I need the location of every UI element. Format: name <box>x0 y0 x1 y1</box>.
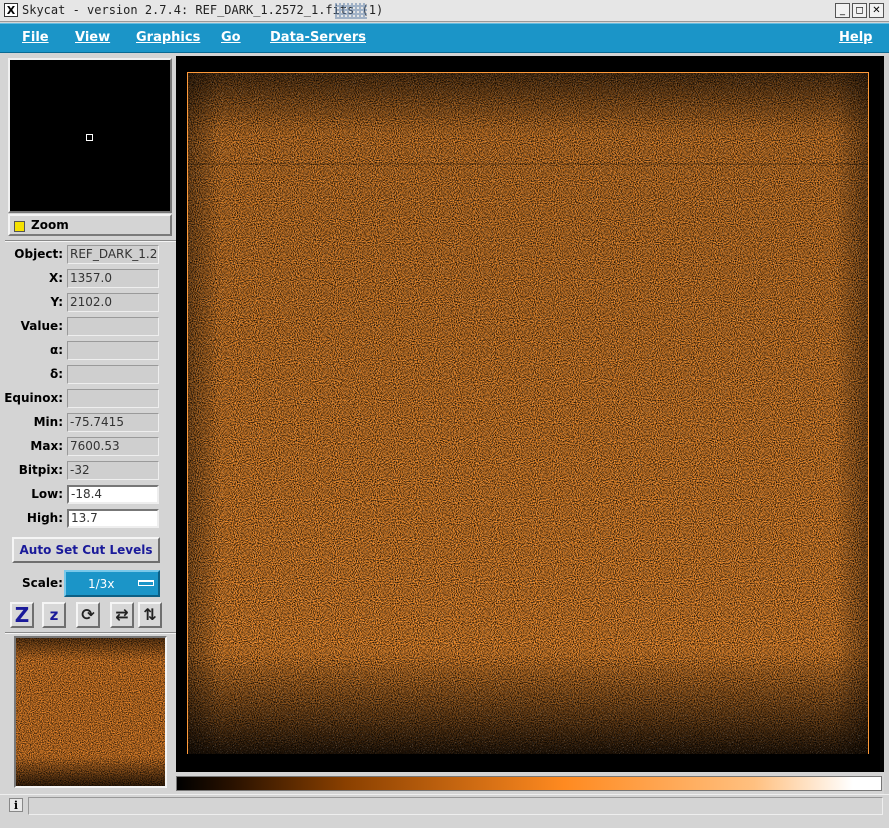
auto-set-cut-levels-button[interactable]: Auto Set Cut Levels <box>12 537 160 563</box>
menu-help[interactable]: Help <box>839 30 872 45</box>
field-label: X: <box>48 271 63 285</box>
field-input[interactable]: 13.7 <box>67 509 159 528</box>
menu-view[interactable]: View <box>75 30 110 45</box>
field-row-7: Min: -75.7415 <box>5 413 176 433</box>
maximize-button[interactable]: ◻ <box>852 3 867 18</box>
scale-value: 1/3x <box>88 577 115 591</box>
field-row-2: Y: 2102.0 <box>5 293 176 313</box>
field-row-0: Object: REF_DARK_1.2 <box>5 245 176 265</box>
field-label: Low: <box>31 487 63 501</box>
titlebar-grip-pattern <box>335 3 367 19</box>
panner-viewport-box[interactable] <box>86 134 93 141</box>
status-message <box>28 797 883 815</box>
window-title: Skycat - version 2.7.4: REF_DARK_1.2572_… <box>22 3 384 17</box>
menu-bar: File View Graphics Go Data-Servers Help <box>0 23 889 53</box>
minimize-button[interactable]: _ <box>835 3 850 18</box>
flip-y-icon: ⇅ <box>143 605 157 624</box>
zoom-label: Zoom <box>31 218 69 232</box>
menu-data-servers[interactable]: Data-Servers <box>270 30 366 45</box>
field-label: α: <box>49 343 63 357</box>
field-value: REF_DARK_1.2 <box>67 245 159 264</box>
menu-graphics[interactable]: Graphics <box>136 30 200 45</box>
colorbar[interactable] <box>176 776 882 791</box>
field-label: Max: <box>30 439 63 453</box>
main-image-canvas[interactable] <box>176 56 884 772</box>
toolbar: Z z ⟳ ⇄ ⇅ <box>10 602 170 630</box>
field-label: Y: <box>50 295 63 309</box>
field-label: High: <box>26 511 63 525</box>
field-value <box>67 317 159 336</box>
field-row-4: α: <box>5 341 176 361</box>
window-titlebar[interactable]: X Skycat - version 2.7.4: REF_DARK_1.257… <box>0 0 889 22</box>
field-input[interactable]: -18.4 <box>67 485 159 504</box>
field-value: 2102.0 <box>67 293 159 312</box>
field-value: 7600.53 <box>67 437 159 456</box>
field-row-10: Low: -18.4 <box>5 485 176 505</box>
fits-image <box>176 56 884 772</box>
field-label: Min: <box>33 415 63 429</box>
field-value <box>67 389 159 408</box>
field-row-6: Equinox: <box>4 389 176 409</box>
zoom-in-icon: Z <box>14 603 30 627</box>
divider <box>5 240 176 242</box>
scale-label: Scale: <box>22 576 63 590</box>
option-menu-indicator-icon <box>138 580 154 586</box>
field-row-3: Value: <box>5 317 176 337</box>
field-label: Object: <box>14 247 63 261</box>
field-row-1: X: 1357.0 <box>5 269 176 289</box>
field-value: -75.7415 <box>67 413 159 432</box>
field-row-9: Bitpix: -32 <box>5 461 176 481</box>
zoom-checkbox[interactable] <box>14 221 25 232</box>
field-label: Equinox: <box>4 391 63 405</box>
flip-y-button[interactable]: ⇅ <box>138 602 162 628</box>
divider <box>5 632 176 634</box>
rotate-icon: ⟳ <box>81 605 95 624</box>
field-row-11: High: 13.7 <box>5 509 176 529</box>
image-thumbnail[interactable] <box>14 636 167 788</box>
field-row-5: δ: <box>5 365 176 385</box>
panner-view[interactable] <box>8 58 172 213</box>
menu-go[interactable]: Go <box>221 30 241 45</box>
menu-file[interactable]: File <box>22 30 49 45</box>
zoom-out-button[interactable]: z <box>42 602 66 628</box>
field-label: Value: <box>20 319 63 333</box>
field-value: 1357.0 <box>67 269 159 288</box>
scale-menu-button[interactable]: 1/3x <box>64 570 160 597</box>
rotate-button[interactable]: ⟳ <box>76 602 100 628</box>
status-bar: i <box>0 794 889 828</box>
window-edge <box>884 56 889 794</box>
close-button[interactable]: ✕ <box>869 3 884 18</box>
zoom-in-button[interactable]: Z <box>10 602 34 628</box>
zoom-out-icon: z <box>49 606 59 624</box>
field-label: Bitpix: <box>18 463 63 477</box>
flip-x-button[interactable]: ⇄ <box>110 602 134 628</box>
field-value: -32 <box>67 461 159 480</box>
window-menu-icon[interactable]: X <box>4 3 18 17</box>
zoom-toggle[interactable]: Zoom <box>8 214 172 236</box>
field-value <box>67 341 159 360</box>
field-value <box>67 365 159 384</box>
info-icon[interactable]: i <box>9 798 23 812</box>
field-label: δ: <box>49 367 63 381</box>
thumbnail-graphic <box>16 638 165 786</box>
field-row-8: Max: 7600.53 <box>5 437 176 457</box>
flip-x-icon: ⇄ <box>115 605 129 624</box>
